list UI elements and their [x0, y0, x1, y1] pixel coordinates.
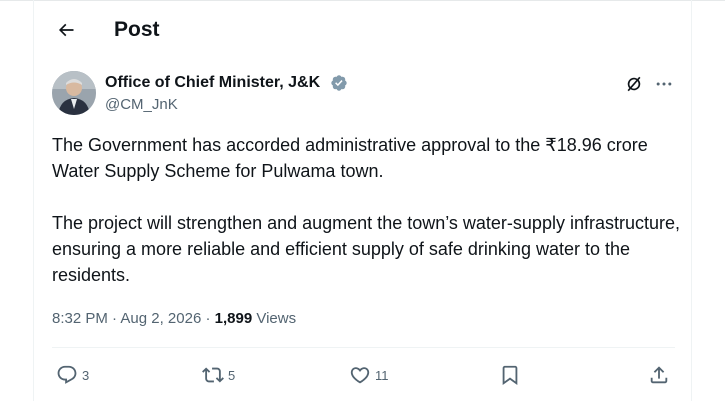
author-name[interactable]: Office of Chief Minister, J&K	[105, 73, 320, 93]
back-button[interactable]	[49, 13, 83, 47]
share-icon	[650, 366, 668, 384]
verified-badge-icon	[331, 75, 347, 91]
post-text-paragraph-1: The Government has accorded administrati…	[52, 135, 648, 181]
like-button[interactable]: 11	[349, 360, 389, 390]
avatar-image	[52, 71, 96, 115]
post-header: Post	[34, 0, 691, 60]
meta-separator: ·	[205, 310, 211, 327]
avatar[interactable]	[52, 71, 96, 115]
repost-count: 5	[228, 367, 236, 383]
post-meta: 8:32 PM · Aug 2, 2026 · 1,899 Views	[52, 308, 296, 330]
reply-button[interactable]: 3	[56, 360, 89, 390]
like-count: 11	[375, 367, 389, 383]
heart-icon	[350, 367, 370, 384]
grok-icon	[627, 76, 641, 92]
post-text-paragraph-2: The project will strengthen and augment …	[52, 213, 680, 285]
views-count: 1,899	[214, 310, 253, 327]
post-date[interactable]: Aug 2, 2026	[120, 310, 201, 327]
more-horizontal-icon	[656, 82, 672, 86]
share-button[interactable]	[648, 360, 670, 390]
repost-icon	[202, 367, 224, 383]
meta-separator: ·	[112, 310, 118, 327]
reply-icon	[57, 365, 77, 384]
action-bar: 3 5 11	[52, 360, 675, 390]
grok-button[interactable]	[622, 72, 646, 96]
post-time[interactable]: 8:32 PM	[52, 310, 108, 327]
author-handle[interactable]: @CM_JnK	[105, 95, 178, 115]
bookmark-icon	[502, 365, 518, 386]
reply-count: 3	[82, 367, 90, 383]
column-border-right	[691, 0, 692, 401]
more-options-button[interactable]	[652, 72, 676, 96]
bookmark-button[interactable]	[499, 360, 521, 390]
column-border-left	[33, 0, 34, 401]
page-title: Post	[114, 18, 160, 41]
views-label: Views	[256, 310, 297, 327]
repost-button[interactable]: 5	[202, 360, 235, 390]
actions-divider	[52, 347, 675, 348]
arrow-left-icon	[58, 23, 74, 37]
